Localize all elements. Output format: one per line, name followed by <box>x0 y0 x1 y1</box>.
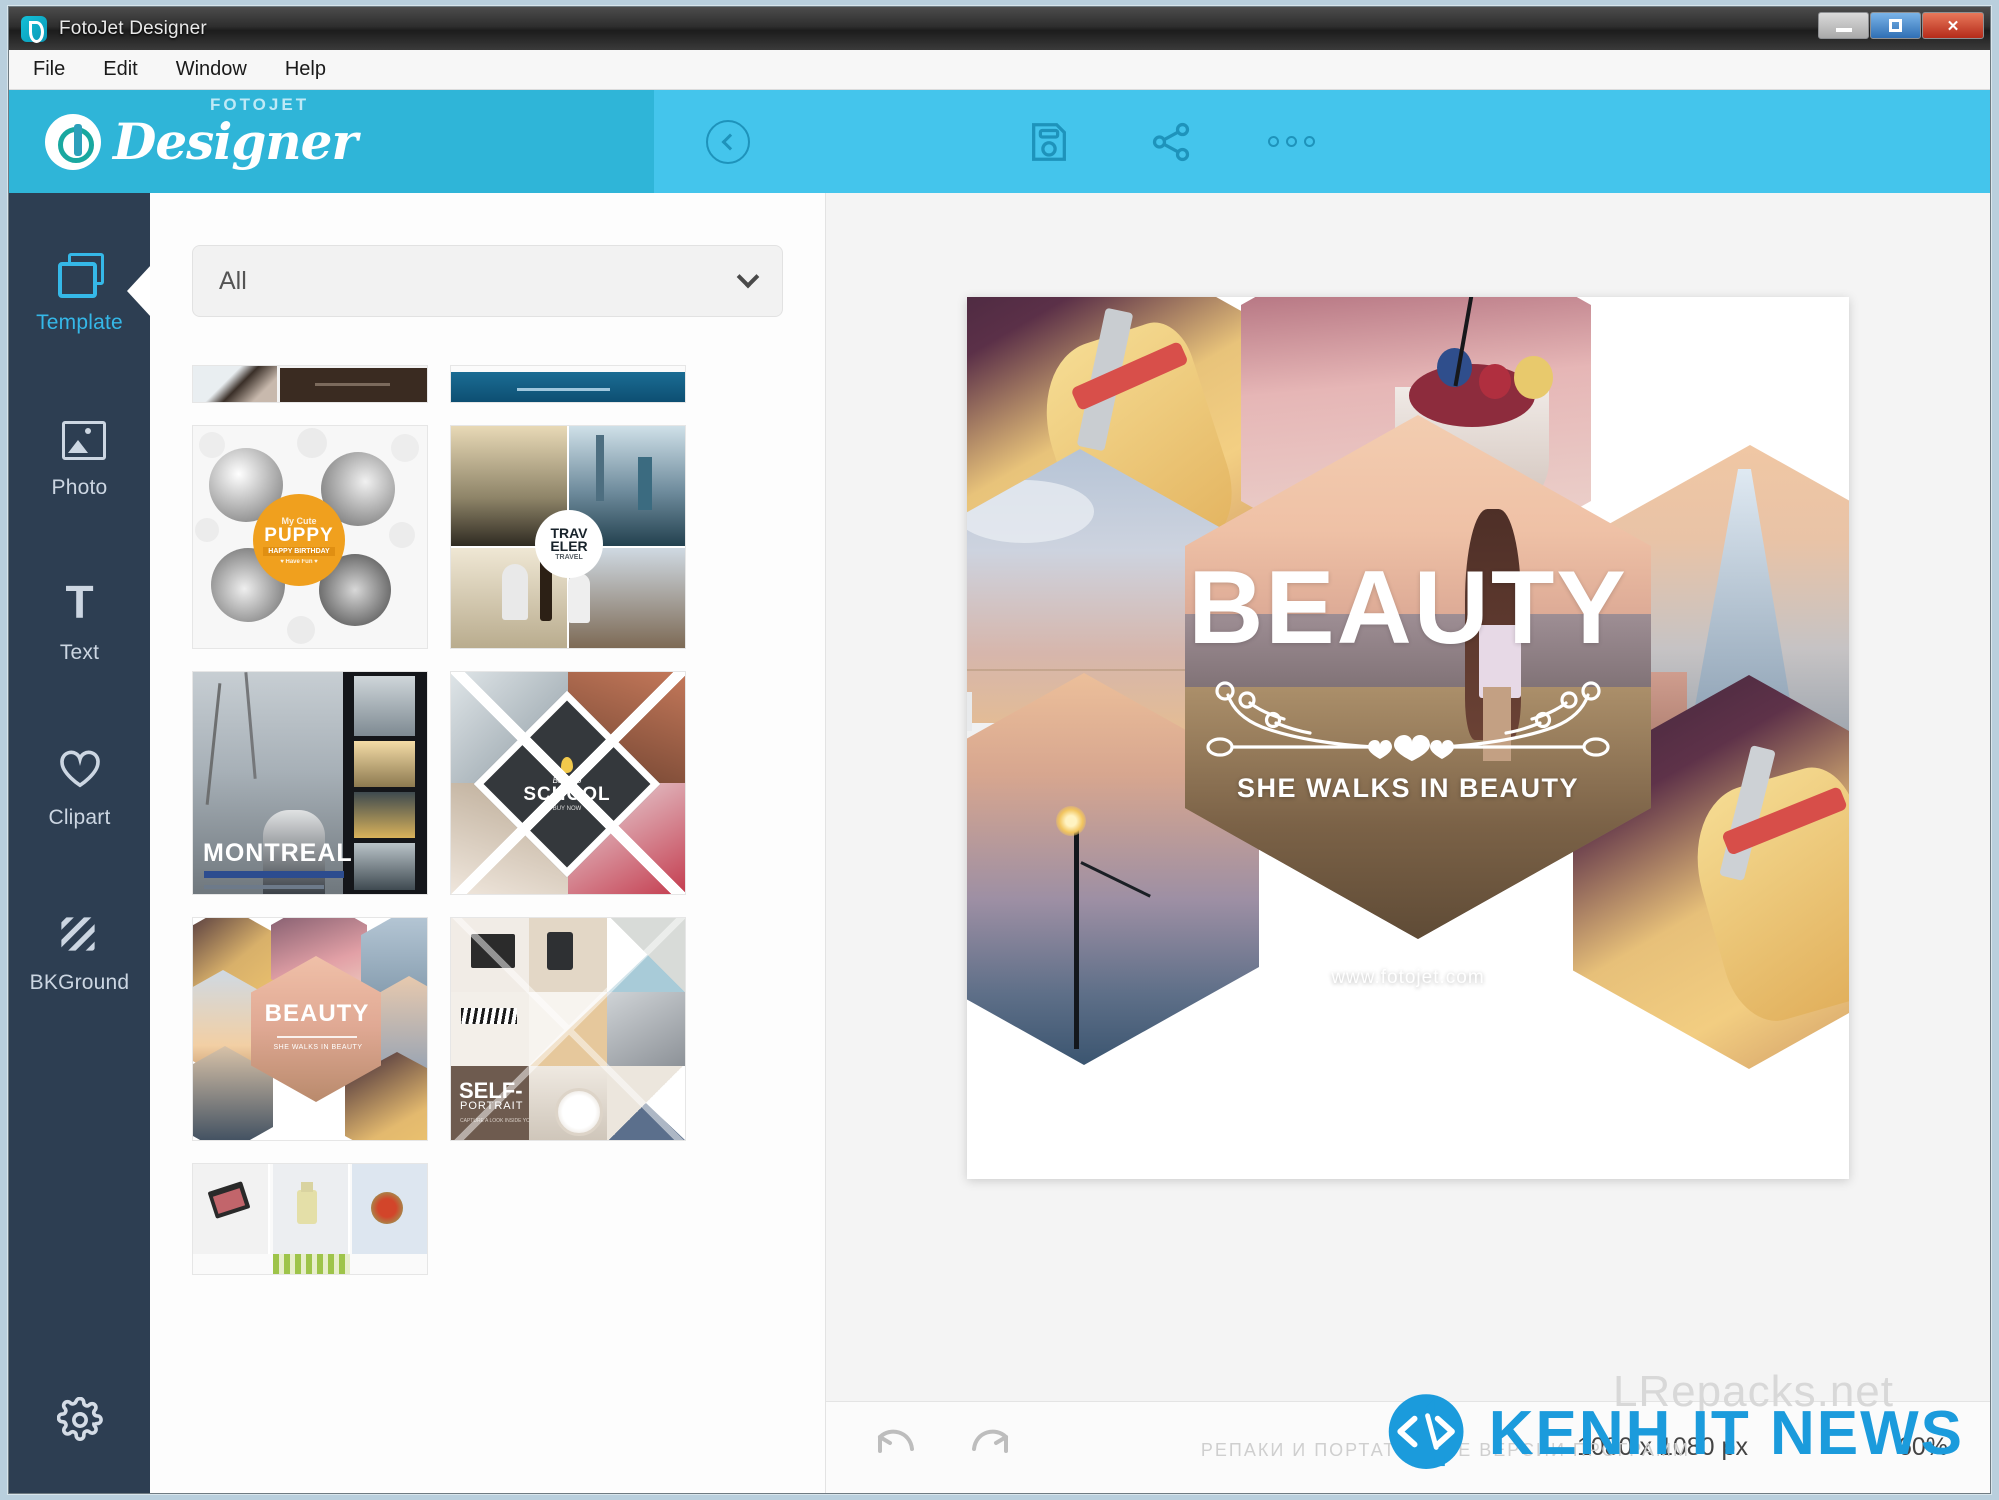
category-filter-dropdown[interactable]: All <box>192 245 783 317</box>
window-controls: ✕ <box>1817 12 1984 39</box>
photo-icon <box>56 418 106 462</box>
dot-icon <box>1268 136 1279 147</box>
sidebar-item-label: Text <box>59 641 100 664</box>
settings-button[interactable] <box>56 1397 103 1443</box>
zoom-level: 60% <box>1897 1433 1948 1461</box>
window-frame: FotoJet Designer ✕ File Edit Window Help… <box>8 6 1991 1494</box>
template-thumbnail-montreal[interactable]: MONTREAL <box>192 671 428 895</box>
template-icon <box>56 253 104 298</box>
text-icon: T <box>65 576 94 628</box>
template-thumbnail-cosmetics[interactable] <box>192 1163 428 1275</box>
canvas-dimensions: 1080 x 1080 px <box>1576 1433 1748 1461</box>
title-bar: FotoJet Designer ✕ <box>9 7 1990 50</box>
template-thumbnail-self[interactable]: SELF- PORTRAIT CAPTURE A LOOK INSIDE YOU… <box>450 917 686 1141</box>
left-sidebar: Template Photo T Text Clipart BKGround <box>9 193 151 1493</box>
menu-edit[interactable]: Edit <box>99 56 141 83</box>
brand-wordmark: FOTOJET Designer <box>113 95 358 171</box>
app-logo-icon <box>21 15 47 43</box>
share-button[interactable] <box>1148 119 1194 165</box>
sidebar-item-photo[interactable]: Photo <box>9 396 150 561</box>
category-filter-value: All <box>219 266 247 295</box>
sidebar-item-label: BKGround <box>29 971 130 994</box>
minimize-button[interactable] <box>1818 12 1869 39</box>
chevron-left-icon <box>721 133 739 150</box>
status-bar: 1080 x 1080 px 60% <box>826 1401 1990 1493</box>
template-thumbnail-beauty[interactable]: BEAUTY SHE WALKS IN BEAUTY <box>192 917 428 1141</box>
sidebar-item-text[interactable]: T Text <box>9 561 150 726</box>
design-canvas[interactable]: BEAUTY SHE WALKS IN BEAUTY www.fotojet.c… <box>967 297 1849 1179</box>
menu-window[interactable]: Window <box>172 56 251 83</box>
dot-icon <box>1286 136 1297 147</box>
canvas-area: BEAUTY SHE WALKS IN BEAUTY www.fotojet.c… <box>826 193 1990 1493</box>
sidebar-item-label: Template <box>36 311 123 334</box>
menu-file[interactable]: File <box>29 56 69 83</box>
redo-button[interactable] <box>966 1425 1014 1470</box>
brand-fotojet-text: FOTOJET <box>210 94 310 114</box>
design-url: www.fotojet.com <box>1331 967 1485 989</box>
close-button[interactable]: ✕ <box>1922 12 1984 39</box>
header-toolbar <box>654 90 1990 193</box>
template-panel: All My Cute PUPPY HAPPY BIRTHDAY ♥ Have … <box>150 193 826 1493</box>
stripes-icon <box>56 913 104 957</box>
sidebar-item-label: Clipart <box>48 806 111 829</box>
brand-designer-text: Designer <box>113 111 358 171</box>
save-button[interactable] <box>1026 119 1072 165</box>
template-thumbnail-puppy[interactable]: My Cute PUPPY HAPPY BIRTHDAY ♥ Have Fun … <box>192 425 428 649</box>
hex-collage: BEAUTY SHE WALKS IN BEAUTY www.fotojet.c… <box>967 297 1849 1179</box>
template-grid: My Cute PUPPY HAPPY BIRTHDAY ♥ Have Fun … <box>192 365 805 1493</box>
chevron-down-icon <box>736 265 760 289</box>
app-header: FOTOJET Designer <box>9 90 1990 193</box>
brand-area: FOTOJET Designer <box>9 90 654 193</box>
menu-help[interactable]: Help <box>281 56 330 83</box>
template-thumbnail[interactable] <box>450 365 686 403</box>
template-thumbnail-traveler[interactable]: TRAV ELER TRAVEL <box>450 425 686 649</box>
undo-button[interactable] <box>872 1425 920 1470</box>
more-options-button[interactable] <box>1268 136 1315 147</box>
back-button[interactable] <box>706 119 750 164</box>
fotojet-designer-window: FotoJet Designer ✕ File Edit Window Help… <box>0 0 1999 1500</box>
sidebar-item-template[interactable]: Template <box>9 231 151 396</box>
dot-icon <box>1304 136 1315 147</box>
fotojet-logo-icon <box>45 113 101 170</box>
sidebar-item-clipart[interactable]: Clipart <box>9 726 150 891</box>
menu-bar: File Edit Window Help <box>9 50 1990 90</box>
window-title: FotoJet Designer <box>59 17 207 39</box>
heart-icon <box>56 748 104 792</box>
maximize-button[interactable] <box>1870 12 1921 39</box>
template-thumbnail[interactable] <box>192 365 428 403</box>
gear-icon <box>56 1397 103 1443</box>
sidebar-item-bkground[interactable]: BKGround <box>9 891 150 1056</box>
template-thumbnail-school[interactable]: Back To SCHOOL BUY NOW <box>450 671 686 895</box>
sidebar-item-label: Photo <box>51 476 108 499</box>
work-area: Template Photo T Text Clipart BKGround A… <box>9 193 1990 1493</box>
